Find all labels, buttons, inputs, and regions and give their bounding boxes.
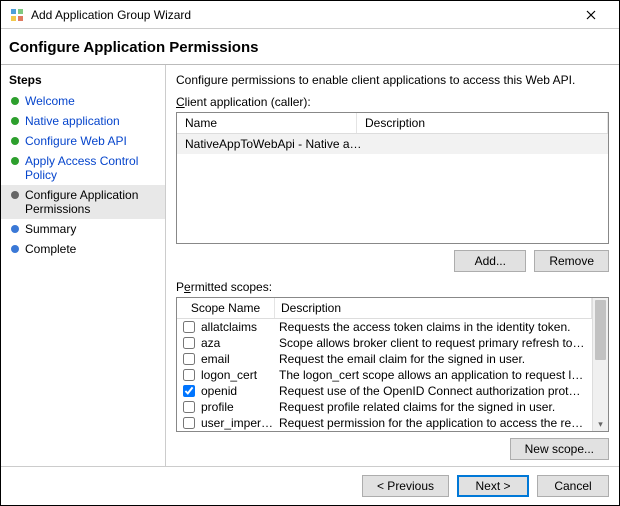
scope-row[interactable]: emailRequest the email claim for the sig… [177,351,592,367]
column-scope-description[interactable]: Description [275,298,592,318]
scope-name: aza [201,336,279,350]
steps-heading: Steps [1,71,165,91]
scope-checkbox[interactable] [183,401,195,413]
step-bullet-icon [11,245,19,253]
client-list-header: Name Description [177,113,608,134]
cancel-button[interactable]: Cancel [537,475,609,497]
step-bullet-icon [11,157,19,165]
scopes-header: Scope Name Description [177,298,592,319]
scope-name: logon_cert [201,368,279,382]
scope-name: allatclaims [201,320,279,334]
step-bullet-icon [11,137,19,145]
wizard-window: Add Application Group Wizard Configure A… [0,0,620,506]
remove-button[interactable]: Remove [534,250,609,272]
scope-name: openid [201,384,279,398]
titlebar: Add Application Group Wizard [1,1,619,29]
scope-name: email [201,352,279,366]
step-label: Configure Application Permissions [25,188,157,216]
step-bullet-icon [11,225,19,233]
body: Steps Welcome Native application Configu… [1,65,619,466]
step-bullet-icon [11,191,19,199]
step-welcome[interactable]: Welcome [1,91,165,111]
client-list-body: NativeAppToWebApi - Native applicati... [177,134,608,243]
step-label: Apply Access Control Policy [25,154,157,182]
step-label: Complete [25,242,76,256]
permitted-scopes-list[interactable]: Scope Name Description allatclaimsReques… [176,297,609,432]
page-title: Configure Application Permissions [9,39,607,56]
close-button[interactable] [571,1,611,29]
scope-row[interactable]: logon_certThe logon_cert scope allows an… [177,367,592,383]
step-label: Configure Web API [25,134,127,148]
scope-checkbox[interactable] [183,337,195,349]
scroll-down-icon[interactable]: ▾ [593,417,608,431]
column-name[interactable]: Name [177,113,357,133]
scope-description: Requests the access token claims in the … [279,320,586,334]
page-header: Configure Application Permissions [1,29,619,65]
scope-row[interactable]: allatclaimsRequests the access token cla… [177,319,592,335]
step-bullet-icon [11,117,19,125]
scope-description: The logon_cert scope allows an applicati… [279,368,586,382]
next-button[interactable]: Next > [457,475,529,497]
scopes-buttons: New scope... [176,438,609,460]
client-row[interactable]: NativeAppToWebApi - Native applicati... [177,134,608,154]
scope-checkbox[interactable] [183,321,195,333]
app-icon [9,7,25,23]
window-title: Add Application Group Wizard [31,8,571,22]
scope-description: Scope allows broker client to request pr… [279,336,586,350]
scope-name: user_imperso... [201,416,279,430]
scope-name: profile [201,400,279,414]
add-button[interactable]: Add... [454,250,526,272]
scope-row[interactable]: profileRequest profile related claims fo… [177,399,592,415]
step-label: Native application [25,114,120,128]
scope-checkbox[interactable] [183,353,195,365]
client-application-list[interactable]: Name Description NativeAppToWebApi - Nat… [176,112,609,244]
scroll-thumb[interactable] [595,300,606,360]
permitted-scopes-label: Permitted scopes: [176,280,609,294]
scopes-scrollbar[interactable]: ▾ [592,298,608,431]
new-scope-button[interactable]: New scope... [510,438,609,460]
step-apply-access-control-policy[interactable]: Apply Access Control Policy [1,151,165,185]
instruction-text: Configure permissions to enable client a… [176,73,609,87]
step-summary[interactable]: Summary [1,219,165,239]
step-label: Welcome [25,94,75,108]
step-complete[interactable]: Complete [1,239,165,259]
step-label: Summary [25,222,76,236]
scope-checkbox[interactable] [183,385,195,397]
scope-row[interactable]: user_imperso...Request permission for th… [177,415,592,431]
scope-description: Request permission for the application t… [279,416,586,430]
client-row-description [365,137,600,151]
step-configure-application-permissions[interactable]: Configure Application Permissions [1,185,165,219]
client-application-label: Client application (caller): [176,95,609,109]
step-configure-web-api[interactable]: Configure Web API [1,131,165,151]
column-description[interactable]: Description [357,113,608,133]
step-native-application[interactable]: Native application [1,111,165,131]
column-scope-name[interactable]: Scope Name [177,298,275,318]
main-content: Configure permissions to enable client a… [166,65,619,466]
client-buttons: Add... Remove [176,250,609,272]
scope-checkbox[interactable] [183,369,195,381]
wizard-footer: < Previous Next > Cancel [1,466,619,505]
previous-button[interactable]: < Previous [362,475,449,497]
scope-checkbox[interactable] [183,417,195,429]
steps-sidebar: Steps Welcome Native application Configu… [1,65,166,466]
scope-row[interactable]: azaScope allows broker client to request… [177,335,592,351]
scope-description: Request use of the OpenID Connect author… [279,384,586,398]
step-bullet-icon [11,97,19,105]
scopes-body: allatclaimsRequests the access token cla… [177,319,592,431]
scope-description: Request the email claim for the signed i… [279,352,586,366]
scope-description: Request profile related claims for the s… [279,400,586,414]
scope-row[interactable]: openidRequest use of the OpenID Connect … [177,383,592,399]
client-row-name: NativeAppToWebApi - Native applicati... [185,137,365,151]
